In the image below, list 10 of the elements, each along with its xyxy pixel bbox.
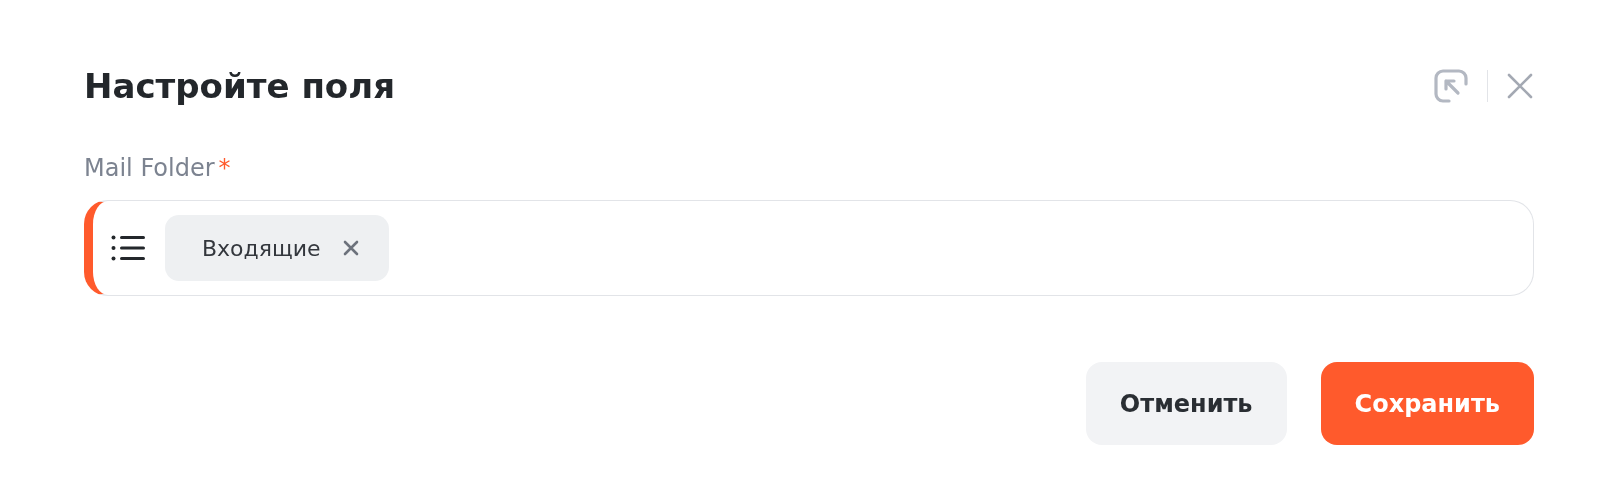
list-icon <box>111 235 145 261</box>
close-icon[interactable] <box>1506 72 1534 100</box>
folder-chip[interactable]: Входящие <box>165 215 389 281</box>
dialog-title: Настройте поля <box>84 66 395 106</box>
required-mark: * <box>218 154 231 182</box>
field-label: Mail Folder <box>84 154 215 182</box>
remove-icon[interactable] <box>342 240 359 256</box>
collapse-icon[interactable] <box>1433 68 1469 104</box>
multi-select-field[interactable]: Входящие <box>84 200 1534 296</box>
cancel-button[interactable]: Отменить <box>1085 362 1287 445</box>
